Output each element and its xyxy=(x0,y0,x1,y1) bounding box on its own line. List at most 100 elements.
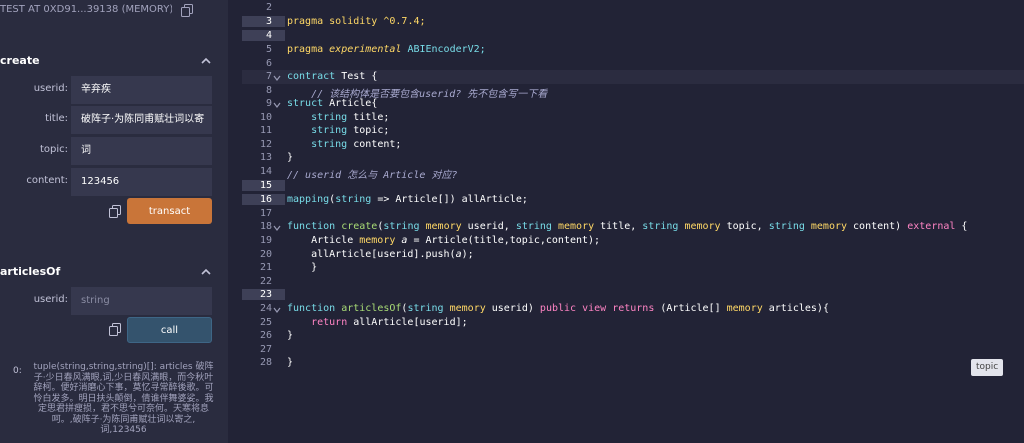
code-token: string xyxy=(768,221,805,232)
line-number: 5 xyxy=(265,44,272,55)
line-number: 10 xyxy=(259,112,272,123)
line-number: 24 xyxy=(259,303,272,314)
line-number: 9 xyxy=(265,98,272,109)
call-result-text: tuple(string,string,string)[]: articles … xyxy=(33,362,214,435)
line-number: 27 xyxy=(259,344,272,355)
code-line-24: function articlesOf(string memory userid… xyxy=(287,303,829,314)
line-number: 16 xyxy=(242,194,285,205)
line-number: 8 xyxy=(265,85,272,96)
userid-input[interactable]: 辛弃疾 xyxy=(71,76,212,104)
copy-icon[interactable] xyxy=(181,4,193,17)
code-token: string xyxy=(383,221,420,232)
code-line-12: string content; xyxy=(287,139,401,150)
deployed-contracts-panel: TEST AT 0XD91...39138 (MEMORY) create us… xyxy=(0,0,228,443)
chevron-up-icon[interactable] xyxy=(200,55,212,67)
userid-label: userid: xyxy=(33,83,68,94)
code-token: solidity xyxy=(329,16,378,27)
contract-instance-title[interactable]: TEST AT 0XD91...39138 (MEMORY) xyxy=(0,4,172,15)
articlesof-userid-input[interactable] xyxy=(71,287,212,315)
line-number: 20 xyxy=(259,249,272,260)
panel-divider[interactable] xyxy=(228,0,242,443)
code-token: articles){ xyxy=(762,303,829,314)
code-line-3: pragma solidity ^0.7.4; xyxy=(287,16,426,27)
line-number: 2 xyxy=(265,2,272,13)
line-number: 23 xyxy=(242,289,285,300)
fold-arrow-icon[interactable] xyxy=(273,74,281,82)
line-number: 19 xyxy=(259,235,272,246)
code-token: allArticle[userid]; xyxy=(347,317,468,328)
code-token: mapping xyxy=(287,194,330,205)
copy-calldata-icon[interactable] xyxy=(108,323,122,337)
hover-tooltip: topic xyxy=(971,359,1004,376)
code-token: = Article(title,topic,content); xyxy=(407,235,601,246)
result-index: 0: xyxy=(13,366,22,376)
chevron-up-icon[interactable] xyxy=(200,266,212,278)
content-input[interactable]: 123456 xyxy=(71,168,212,196)
topic-input[interactable]: 词 xyxy=(71,137,212,165)
line-number: 28 xyxy=(259,357,272,368)
line-number: 11 xyxy=(259,125,272,136)
code-line-21: } xyxy=(287,262,318,273)
code-token: a xyxy=(395,235,408,246)
code-token: string xyxy=(287,125,348,136)
code-token: ^0.7.4; xyxy=(383,16,426,27)
fold-arrow-icon[interactable] xyxy=(273,101,281,109)
code-line-16: mapping(string => Article[]) allArticle; xyxy=(287,194,528,205)
topic-label: topic: xyxy=(39,144,68,155)
code-token: public xyxy=(539,303,577,314)
line-number: 6 xyxy=(265,58,272,69)
line-number-gutter: 2 3 4 5 6 7 8 9 10 11 12 13 14 15 16 17 … xyxy=(242,0,285,443)
line-number: 21 xyxy=(259,262,272,273)
code-token: function xyxy=(287,221,336,232)
title-input[interactable]: 破阵子·为陈同甫赋壮词以寄 xyxy=(71,106,212,134)
code-line-7: contract Test { xyxy=(287,71,377,82)
code-token: create xyxy=(341,221,378,232)
code-token: { xyxy=(371,98,378,109)
code-editor[interactable]: 2 3 4 5 6 7 8 9 10 11 12 13 14 15 16 17 … xyxy=(242,0,1024,443)
code-token: Article xyxy=(329,98,372,109)
code-line-18: function create(string memory userid, st… xyxy=(287,221,967,232)
code-token: content; xyxy=(347,139,402,150)
fold-arrow-icon[interactable] xyxy=(273,224,281,232)
fold-arrow-icon[interactable] xyxy=(273,306,281,314)
code-token: return xyxy=(311,317,348,328)
transact-button[interactable]: transact xyxy=(127,198,212,224)
line-number: 18 xyxy=(259,221,272,232)
code-token: memory xyxy=(557,221,595,232)
code-token: { xyxy=(955,221,968,232)
call-button[interactable]: call xyxy=(127,317,212,343)
code-token: memory xyxy=(810,221,848,232)
articlesof-function-header[interactable]: articlesOf xyxy=(0,260,228,284)
code-token: string xyxy=(287,139,348,150)
code-token: { xyxy=(371,71,378,82)
userid-label: userid: xyxy=(33,294,68,305)
code-token: memory xyxy=(684,221,721,232)
code-token: memory xyxy=(726,303,763,314)
create-function-header[interactable]: create xyxy=(0,49,228,73)
copy-calldata-icon[interactable] xyxy=(108,205,122,219)
code-token: userid) xyxy=(485,303,540,314)
code-token: Article xyxy=(287,235,360,246)
line-number: 4 xyxy=(242,30,285,41)
code-token: string xyxy=(407,303,444,314)
code-token: title; xyxy=(347,112,390,123)
code-token: userid, xyxy=(461,221,516,232)
code-token: memory xyxy=(449,303,486,314)
code-token: title, xyxy=(594,221,643,232)
code-line-5: pragma experimental ABIEncoderV2; xyxy=(287,44,486,55)
code-token: Article xyxy=(395,194,438,205)
line-number: 15 xyxy=(242,180,285,191)
line-number: 22 xyxy=(259,276,272,287)
code-token: pragma xyxy=(287,16,324,27)
code-token: articlesOf xyxy=(341,303,402,314)
code-line-13: } xyxy=(287,152,294,163)
code-token: memory xyxy=(359,235,396,246)
code-line-20: allArticle[userid].push(a); xyxy=(287,249,474,260)
line-number: 17 xyxy=(259,208,272,219)
code-token: external xyxy=(907,221,956,232)
line-number: 12 xyxy=(259,139,272,150)
code-token: contract xyxy=(287,71,336,82)
code-token: ); xyxy=(461,249,474,260)
code-line-10: string title; xyxy=(287,112,389,123)
